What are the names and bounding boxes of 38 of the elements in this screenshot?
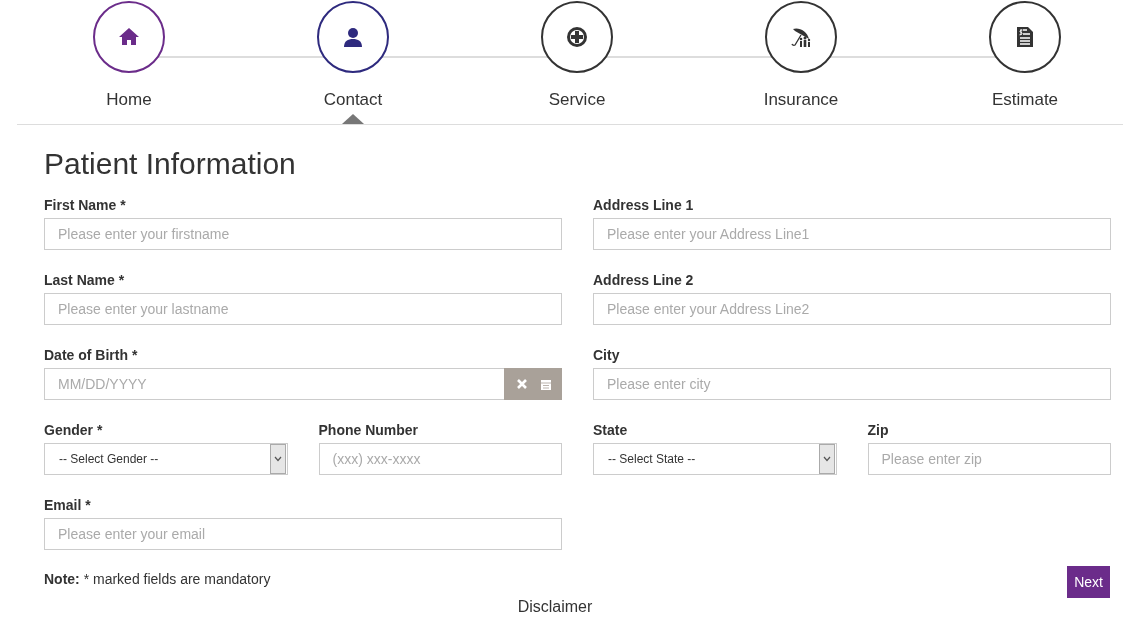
text-field[interactable]: Please enter your lastname	[44, 293, 562, 325]
field-label: First Name *	[44, 197, 126, 213]
text-field[interactable]: Please enter your firstname	[44, 218, 562, 250]
text-field[interactable]: (xxx) xxx-xxxx	[318, 443, 562, 475]
field-label: Address Line 2	[593, 272, 694, 288]
service-icon	[565, 25, 589, 49]
text-field[interactable]: Please enter your Address Line2	[593, 293, 1111, 325]
field-label: State	[593, 422, 628, 438]
step-label: Contact	[323, 90, 383, 110]
field-label: Address Line 1	[593, 197, 694, 213]
next-button[interactable]: Next	[1067, 566, 1110, 598]
text-field[interactable]: Please enter your Address Line1	[593, 218, 1111, 250]
step-label: Home	[106, 90, 152, 110]
caret-icon	[342, 114, 364, 124]
text-field[interactable]: Please enter zip	[867, 443, 1111, 475]
date-field[interactable]: MM/DD/YYYY	[44, 368, 504, 400]
dropdown[interactable]: -- Select State --	[593, 443, 837, 475]
step-label: Insurance	[763, 90, 839, 110]
form-title: Patient Information	[44, 147, 297, 181]
step-label: Service	[548, 90, 606, 110]
calendar-icon[interactable]	[540, 378, 552, 390]
text-field[interactable]: Please enter city	[593, 368, 1111, 400]
disclaimer-heading: Disclaimer	[517, 598, 593, 615]
field-label: Email *	[44, 497, 91, 513]
chevron-down-icon	[273, 456, 282, 462]
person-icon	[341, 25, 365, 49]
text-field[interactable]: Please enter your email	[44, 518, 562, 550]
field-label: Gender *	[44, 422, 103, 438]
field-label: Phone Number	[318, 422, 419, 438]
field-label: Zip	[867, 422, 889, 438]
dropdown[interactable]: -- Select Gender --	[44, 443, 288, 475]
field-label: Last Name *	[44, 272, 125, 288]
note-text: Note:* marked fields are mandatory	[44, 571, 271, 587]
clear-icon[interactable]	[516, 378, 528, 390]
chevron-down-icon	[822, 456, 831, 462]
field-label: City	[593, 347, 620, 363]
step-label: Estimate	[991, 90, 1059, 110]
field-label: Date of Birth *	[44, 347, 138, 363]
